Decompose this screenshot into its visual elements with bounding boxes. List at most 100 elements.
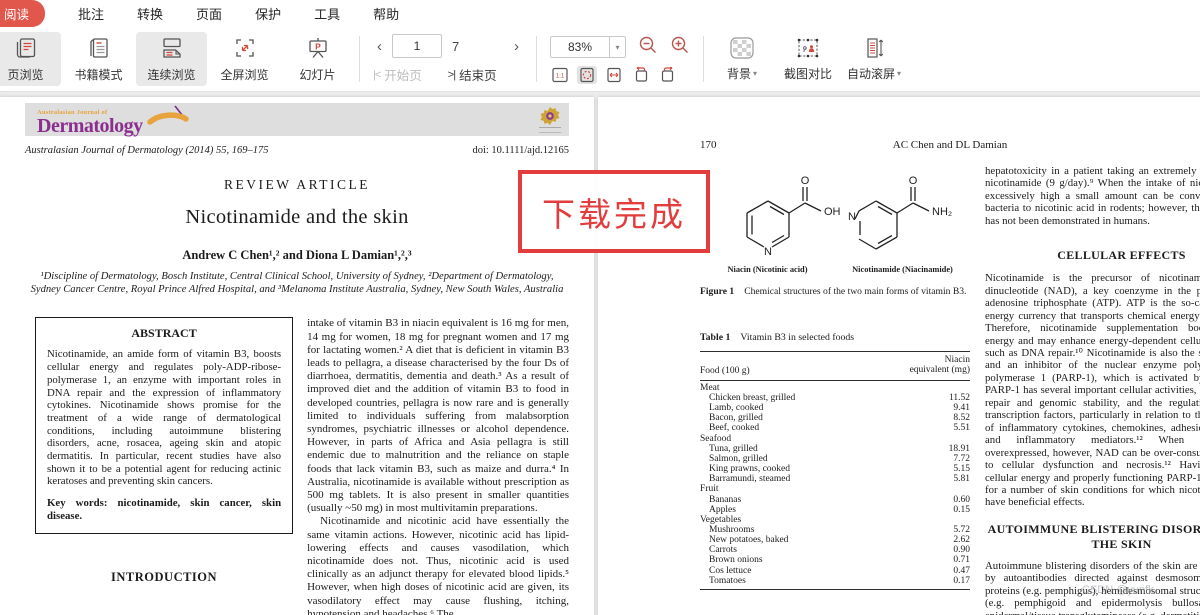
- tab-read-active[interactable]: 阅读: [0, 0, 46, 27]
- table-row: Tuna, grilled 18.91: [709, 443, 970, 454]
- svg-text:OH: OH: [824, 206, 841, 218]
- view-mode-page[interactable]: 页浏览: [0, 32, 61, 86]
- body-paragraph: intake of vitamin B3 in niacin equivalen…: [307, 317, 569, 515]
- menu-protect[interactable]: 保护: [255, 4, 281, 23]
- cellular-effects-heading: CELLULAR EFFECTS: [1057, 248, 1186, 263]
- svg-text:O: O: [801, 175, 810, 187]
- zoom-in-icon: [671, 36, 688, 53]
- body-paragraph: Nicotinamide is the precursor of nicotin…: [985, 272, 1200, 509]
- svg-text:P: P: [315, 41, 321, 51]
- rotate-left-button[interactable]: [631, 66, 651, 84]
- table-row: Meat: [700, 382, 720, 393]
- zoom-out-button[interactable]: [638, 35, 658, 60]
- table-row: Barramundi, steamed 5.81: [709, 474, 970, 485]
- end-page-label: 结束页: [459, 69, 497, 83]
- table-row: Salmon, grilled 7.72: [709, 453, 970, 464]
- go-start-page-button[interactable]: |< 开始页: [373, 65, 422, 84]
- chevron-down-icon: ▾: [897, 68, 902, 78]
- table1-vitamin-b3: Table 1 Vitamin B3 in selected foods Food…: [700, 332, 970, 590]
- background-checkerboard-icon: [729, 36, 755, 62]
- go-end-page-button[interactable]: >| 结束页: [448, 65, 497, 84]
- screenshot-compare-icon: [795, 37, 821, 62]
- view-mode-continuous[interactable]: 连续浏览: [136, 32, 207, 86]
- background-button[interactable]: 背景 ▾: [709, 32, 775, 86]
- fit-width-icon: [607, 67, 621, 82]
- fit-width-button[interactable]: [604, 66, 624, 84]
- total-pages-label: 7: [452, 38, 460, 54]
- auto-scroll-icon: [861, 37, 887, 62]
- fit-page-button[interactable]: [577, 65, 597, 84]
- table-row: Lamb, cooked 9.41: [709, 403, 970, 414]
- figure-structure-label: Niacin (Nicotinic acid): [727, 265, 808, 274]
- article-affiliations: ¹Discipline of Dermatology, Bosch Instit…: [30, 271, 564, 296]
- book-mode-icon: [86, 35, 112, 64]
- view-mode-label: 全屏浏览: [220, 68, 269, 82]
- page-navigation: ‹ 7 › |< 开始页 >| 结束页: [365, 27, 531, 91]
- next-page-icon[interactable]: ›: [510, 38, 523, 55]
- rotate-right-button[interactable]: [658, 66, 678, 84]
- abstract-body: Nicotinamide, an amide form of vitamin B…: [47, 348, 282, 488]
- abstract-box: ABSTRACT Nicotinamide, an amide form of …: [35, 317, 294, 534]
- view-mode-label: 页浏览: [7, 68, 44, 82]
- table-row: Vegetables: [700, 514, 742, 525]
- view-mode-fullscreen[interactable]: 全屏浏览: [209, 32, 280, 86]
- doi-text: doi: 10.1111/ajd.12165: [472, 145, 569, 156]
- auto-scroll-label: 自动滚屏: [846, 66, 895, 81]
- article-type: REVIEW ARTICLE: [223, 177, 371, 192]
- auto-scroll-button[interactable]: 自动滚屏 ▾: [841, 32, 907, 86]
- journal-citation: Australasian Journal of Dermatology (201…: [25, 145, 269, 156]
- abstract-heading: ABSTRACT: [131, 326, 197, 341]
- toolbar: 页浏览 书籍模式 连续浏览 全屏浏览 P 幻灯片 ‹ 7 ›: [0, 27, 1200, 92]
- menu-bar: 阅读 批注 转换 页面 保护 工具 帮助: [0, 0, 1200, 27]
- svg-text:N: N: [848, 211, 856, 223]
- table-row: Beef, cooked 5.51: [709, 423, 970, 434]
- zoom-level-value: 83%: [567, 40, 593, 54]
- fit-page-icon: [580, 67, 594, 82]
- toolbar-separator: [359, 36, 360, 82]
- slideshow-icon: P: [305, 35, 331, 64]
- table-row: Carrots 0.90: [709, 545, 970, 556]
- table-row: Cos lettuce 0.47: [709, 565, 970, 576]
- body-paragraph: hepatotoxicity in a patient taking an ex…: [985, 165, 1200, 227]
- screenshot-compare-label: 截图对比: [783, 66, 832, 81]
- chevron-down-icon: ▾: [753, 68, 758, 78]
- introduction-heading: INTRODUCTION: [111, 569, 218, 584]
- figure-structure-label: Nicotinamide (Niacinamide): [852, 265, 953, 274]
- table-row: Apples 0.15: [709, 504, 970, 515]
- view-mode-book[interactable]: 书籍模式: [63, 32, 134, 86]
- figure1-chemical-structures: O OH N O NH₂ N: [746, 175, 952, 258]
- zoom-level-dropdown[interactable]: 83% ▾: [550, 36, 626, 58]
- actual-size-icon: 1:1: [552, 67, 568, 82]
- download-complete-stamp: 下载完成: [518, 170, 710, 253]
- menu-annotate[interactable]: 批注: [78, 4, 104, 23]
- menu-page[interactable]: 页面: [196, 4, 222, 23]
- journal-banner: Australasian Journal of Dermatology: [25, 103, 569, 136]
- table-row: Chicken breast, grilled 11.52: [709, 392, 970, 403]
- article-title: Nicotinamide and the skin: [185, 206, 409, 228]
- body-paragraph: Nicotinamide and nicotinic acid have ess…: [307, 515, 569, 615]
- page-number-input[interactable]: [392, 34, 442, 58]
- end-page-icon: >|: [447, 68, 456, 81]
- prev-page-icon[interactable]: ‹: [373, 38, 386, 55]
- screenshot-compare-button[interactable]: 截图对比: [775, 32, 841, 86]
- menu-tools[interactable]: 工具: [314, 4, 340, 23]
- zoom-in-button[interactable]: [670, 35, 690, 60]
- zoom-dropdown-caret[interactable]: ▾: [609, 37, 625, 57]
- background-label: 背景: [726, 66, 751, 81]
- article-authors: Andrew C Chen¹,² and Diona L Damian¹,²,³: [182, 248, 412, 262]
- fullscreen-icon: [232, 35, 258, 64]
- view-mode-label: 书籍模式: [74, 68, 123, 82]
- document-viewport[interactable]: Australasian Journal of Dermatology Aust…: [0, 92, 1200, 615]
- svg-text:O: O: [909, 175, 918, 187]
- table-row: Bananas 0.60: [709, 494, 970, 505]
- menu-convert[interactable]: 转换: [137, 4, 163, 23]
- table-col-header-food: Food (100 g): [700, 365, 750, 376]
- zoom-controls: 83% ▾ 1:1: [542, 27, 698, 91]
- menu-help[interactable]: 帮助: [373, 4, 399, 23]
- actual-size-button[interactable]: 1:1: [550, 66, 570, 84]
- view-mode-label: 连续浏览: [147, 68, 196, 82]
- continuous-view-icon: [159, 35, 185, 64]
- svg-text:1:1: 1:1: [556, 73, 565, 79]
- stamp-text: 下载完成: [542, 195, 686, 233]
- view-mode-slideshow[interactable]: P 幻灯片: [282, 32, 353, 86]
